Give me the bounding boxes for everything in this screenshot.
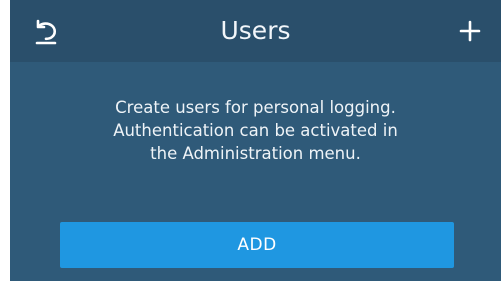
back-button[interactable] [30,14,64,48]
add-button-label: ADD [237,235,277,255]
page-title: Users [220,16,291,45]
back-arrow-icon [35,19,57,45]
message-line: the Administration menu. [150,144,361,163]
message-line: Create users for personal logging. [115,98,396,117]
add-user-icon-button[interactable] [453,14,487,48]
message-line: Authentication can be activated in [113,121,398,140]
info-message: Create users for personal logging. Authe… [50,96,461,165]
plus-icon [459,20,481,42]
header-bar: Users [10,0,501,62]
users-screen: Users Create users for personal logging.… [10,0,501,281]
add-button[interactable]: ADD [60,222,454,268]
